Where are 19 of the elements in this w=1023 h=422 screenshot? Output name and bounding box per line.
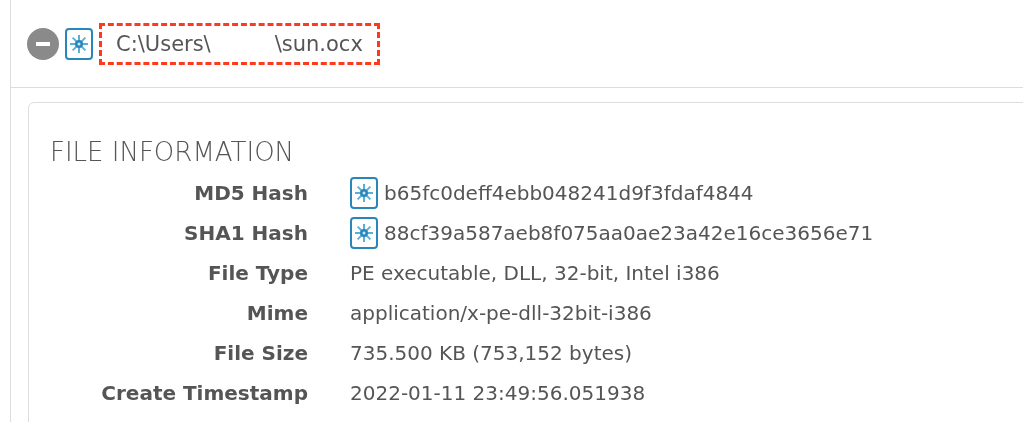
field-value: b65fc0deff4ebb048241d9f3fdaf4844 (384, 181, 754, 205)
field-value: PE executable, DLL, 32-bit, Intel i386 (350, 261, 720, 285)
field-label: Mime (245, 300, 308, 327)
snowflake-icon[interactable] (65, 27, 93, 60)
field-label: File Type (206, 260, 308, 287)
field-value: application/x-pe-dll-32bit-i386 (350, 301, 652, 325)
collapse-icon[interactable] (27, 27, 59, 60)
field-value: 2022-01-11 23:49:56.051938 (350, 381, 646, 405)
snowflake-icon[interactable] (350, 217, 378, 249)
field-value: 735.500 KB (753,152 bytes) (350, 341, 633, 365)
snowflake-icon[interactable] (350, 177, 378, 209)
field-label: File Size (212, 340, 308, 367)
file-path: \sun.ocx (274, 31, 363, 56)
field-label: SHA1 Hash (183, 220, 308, 247)
file-path: C:\Users\ (116, 31, 211, 56)
field-value: 88cf39a587aeb8f075aa0ae23a42e16ce3656e71 (384, 221, 874, 245)
field-label: MD5 Hash (193, 180, 308, 207)
field-label: Create Timestamp (100, 380, 308, 407)
section-title: FILE INFORMATION (50, 137, 296, 167)
